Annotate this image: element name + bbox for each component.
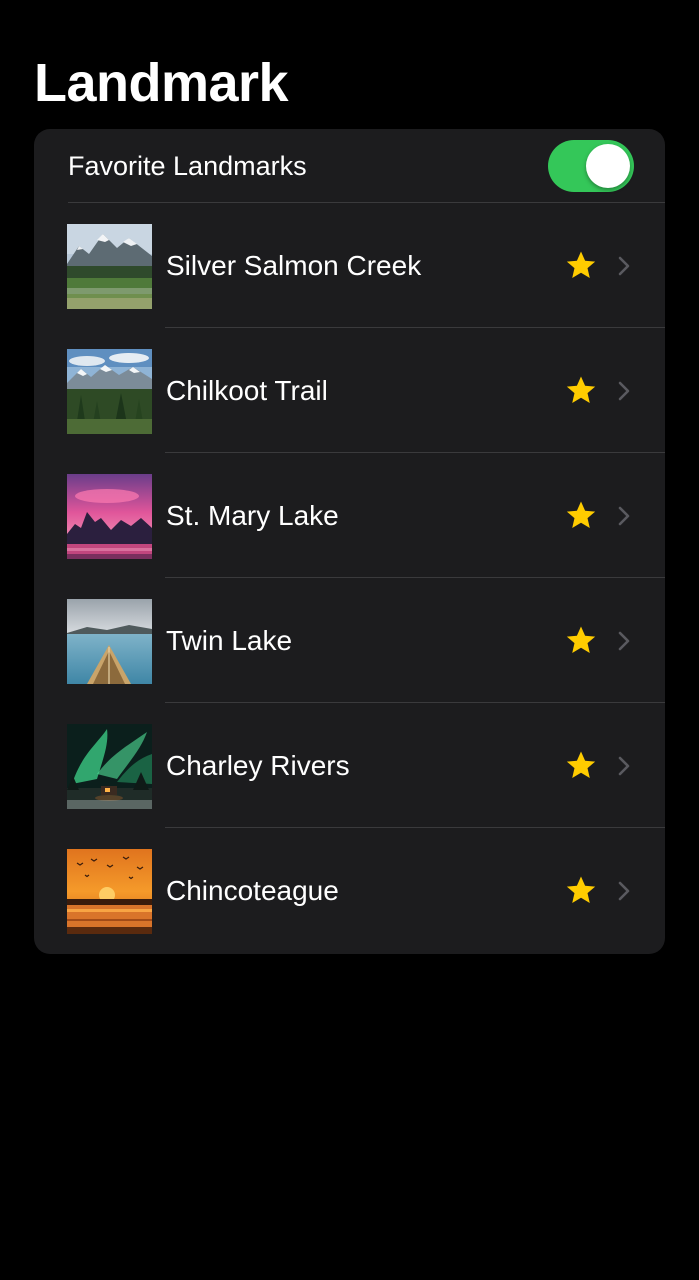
landmark-name: Chincoteague	[166, 875, 339, 906]
star-icon	[566, 751, 596, 779]
orange-sunset-birds-image	[67, 849, 152, 934]
star-icon	[566, 501, 596, 529]
landmark-name: Twin Lake	[166, 625, 293, 656]
landmark-thumbnail	[67, 349, 152, 434]
chevron-right-icon	[618, 631, 630, 651]
landmark-row[interactable]: Charley Rivers	[34, 703, 665, 828]
star-icon	[566, 251, 596, 279]
landmark-thumbnail	[67, 599, 152, 684]
chevron-right-icon	[618, 506, 630, 526]
chevron-right-icon	[618, 381, 630, 401]
pink-sunset-mountains-image	[67, 474, 152, 559]
landmark-thumbnail	[67, 224, 152, 309]
landmark-row[interactable]: Twin Lake	[34, 578, 665, 703]
mountain-meadow-image	[67, 224, 152, 309]
landmark-name: Silver Salmon Creek	[166, 250, 422, 281]
landmark-name: Chilkoot Trail	[166, 375, 328, 406]
landmark-thumbnail	[67, 724, 152, 809]
landmark-name: Charley Rivers	[166, 750, 350, 781]
snowy-peaks-forest-image	[67, 349, 152, 434]
toggle-knob	[586, 144, 630, 188]
chevron-right-icon	[618, 256, 630, 276]
chevron-right-icon	[618, 756, 630, 776]
landmark-name: St. Mary Lake	[166, 500, 339, 531]
landmark-thumbnail	[67, 474, 152, 559]
aurora-cabin-image	[67, 724, 152, 809]
chevron-right-icon	[618, 881, 630, 901]
favorites-toggle-row: Favorite Landmarks	[34, 129, 665, 203]
landmark-row[interactable]: Chincoteague	[34, 828, 665, 953]
star-icon	[566, 376, 596, 404]
favorites-toggle-switch[interactable]	[548, 140, 634, 192]
landmark-list: Favorite Landmarks Silver Salmon Creek C…	[34, 129, 665, 954]
kayak-on-lake-image	[67, 599, 152, 684]
landmark-thumbnail	[67, 849, 152, 934]
page-title: Landmark	[34, 53, 289, 113]
landmark-row[interactable]: St. Mary Lake	[34, 453, 665, 578]
landmark-row[interactable]: Chilkoot Trail	[34, 328, 665, 453]
star-icon	[566, 626, 596, 654]
star-icon	[566, 876, 596, 904]
landmark-row[interactable]: Silver Salmon Creek	[34, 203, 665, 328]
favorites-toggle-label: Favorite Landmarks	[68, 151, 307, 181]
